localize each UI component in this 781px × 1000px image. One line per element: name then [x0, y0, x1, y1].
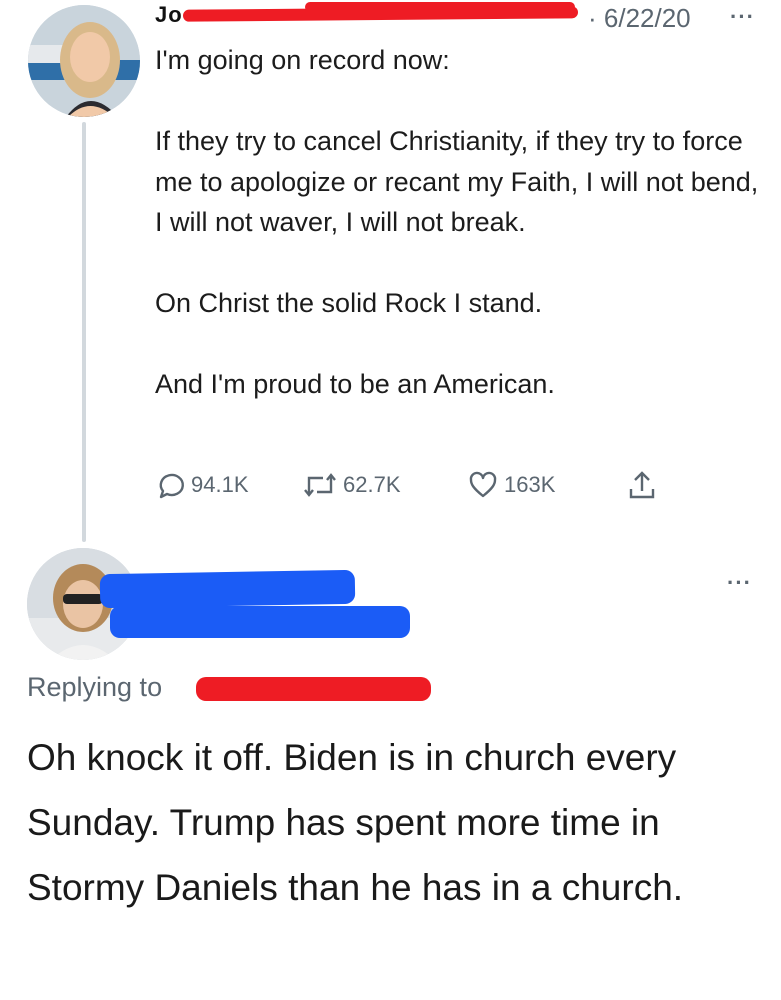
- redaction-mark: [305, 2, 575, 12]
- share-icon: [629, 471, 655, 499]
- tweet-line: I'm going on record now:: [155, 45, 450, 75]
- like-icon: [469, 471, 497, 498]
- tweet-date[interactable]: · 6/22/20: [588, 3, 691, 34]
- redaction-mark: [110, 606, 410, 638]
- author-avatar[interactable]: [28, 5, 140, 117]
- like-button[interactable]: 163K: [468, 465, 555, 505]
- share-button[interactable]: [627, 465, 657, 505]
- thread-connector-line: [82, 122, 86, 542]
- redaction-mark: [99, 569, 356, 609]
- reply-text: Oh knock it off. Biden is in church ever…: [27, 737, 684, 908]
- retweet-button[interactable]: 62.7K: [303, 465, 401, 505]
- tweet-line: On Christ the solid Rock I stand.: [155, 288, 543, 318]
- retweet-count: 62.7K: [343, 472, 401, 497]
- like-count: 163K: [504, 472, 556, 497]
- avatar-photo: [28, 5, 140, 117]
- tweet-line: And I'm proud to be an American.: [155, 369, 555, 399]
- tweet-text: I'm going on record now: If they try to …: [155, 40, 765, 405]
- reply-button[interactable]: 94.1K: [155, 465, 249, 505]
- more-options-icon[interactable]: ···: [730, 4, 755, 30]
- tweet-header: Jo · 6/22/20 ···: [155, 0, 765, 34]
- replying-to: Replying to: [27, 672, 162, 703]
- reply-more-options-icon[interactable]: ···: [727, 570, 752, 596]
- reply-icon: [159, 473, 184, 499]
- author-name[interactable]: Jo: [155, 2, 183, 28]
- redaction-mark: [196, 677, 431, 701]
- tweet-actions: 94.1K 62.7K 163K: [155, 465, 675, 505]
- tweet-line: If they try to cancel Christianity, if t…: [155, 126, 759, 237]
- reply-count: 94.1K: [191, 472, 249, 497]
- retweet-icon: [304, 473, 336, 497]
- replying-to-label: Replying to: [27, 672, 163, 702]
